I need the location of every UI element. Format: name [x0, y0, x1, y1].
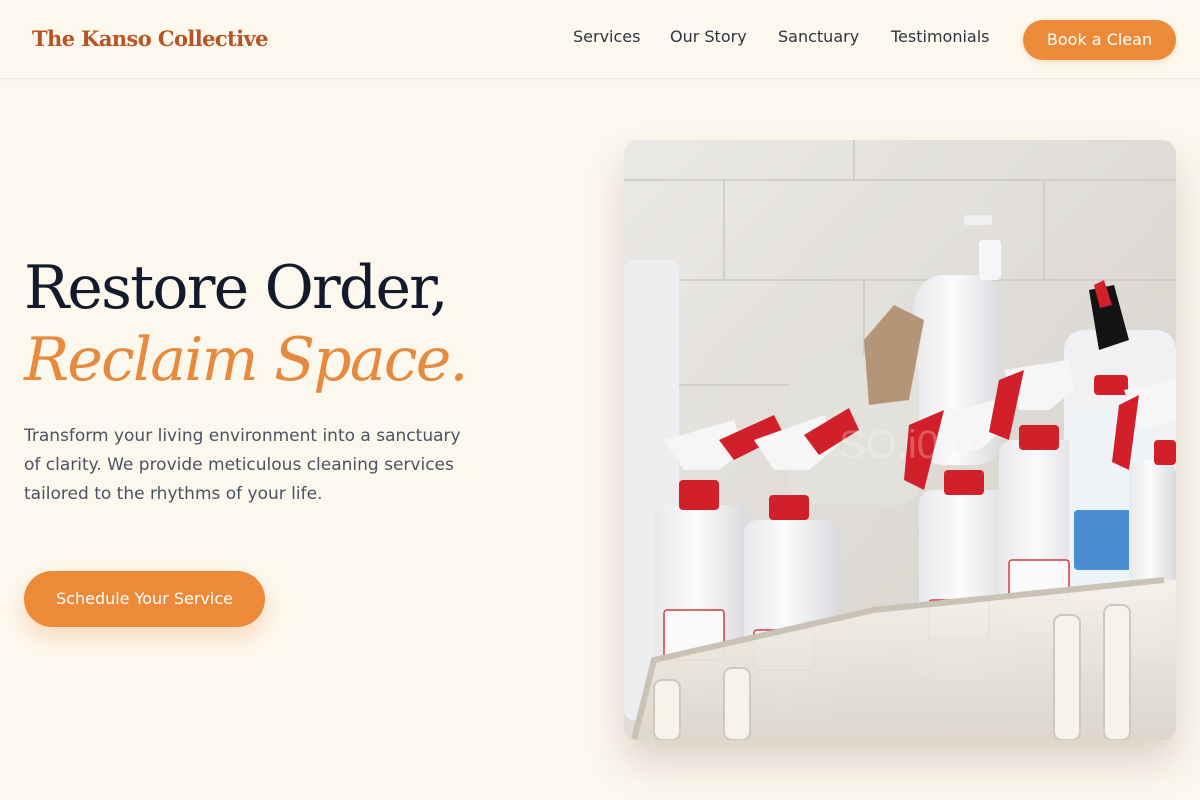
schedule-service-button[interactable]: Schedule Your Service [24, 571, 265, 627]
book-clean-button[interactable]: Book a Clean [1023, 20, 1176, 60]
hero-title-line1: Restore Order, [24, 253, 449, 323]
svg-text:SO.i0 0: SO.i0 0 [839, 423, 972, 467]
nav-link-our-story[interactable]: Our Story [670, 27, 747, 46]
nav-link-services[interactable]: Services [573, 27, 640, 46]
hero-title-line2: Reclaim Space. [24, 325, 468, 395]
brand-logo[interactable]: The Kanso Collective [32, 26, 269, 51]
nav-link-sanctuary[interactable]: Sanctuary [778, 27, 859, 46]
hero-image: SO.i0 0 [624, 140, 1176, 740]
nav-link-testimonials[interactable]: Testimonials [891, 27, 990, 46]
hero-description: Transform your living environment into a… [24, 426, 461, 504]
site-header: The Kanso Collective Services Our Story … [0, 0, 1200, 79]
hero-title: Restore Order, Reclaim Space. [24, 252, 468, 396]
